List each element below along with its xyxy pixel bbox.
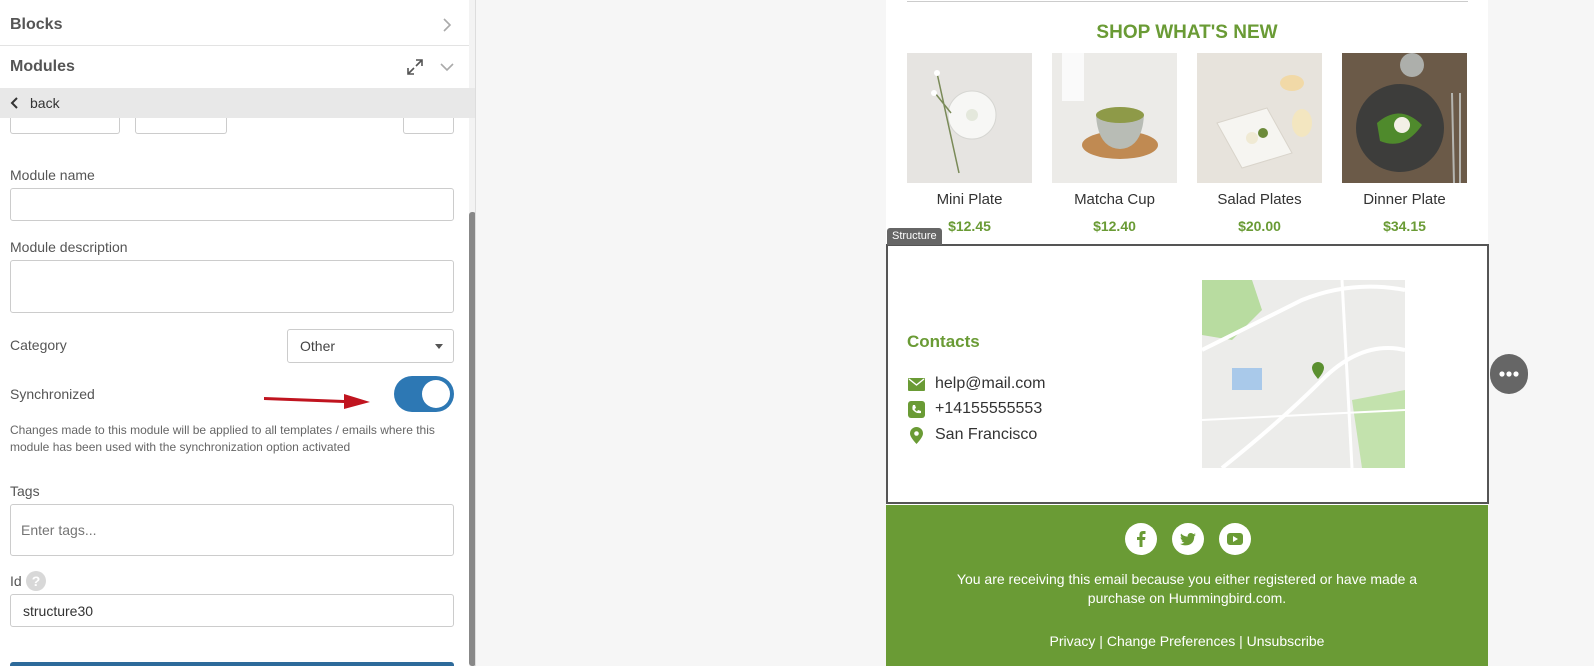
toggle-knob bbox=[422, 380, 450, 408]
contact-city-row: San Francisco bbox=[907, 426, 1037, 444]
tags-input[interactable] bbox=[10, 504, 454, 556]
back-button[interactable]: back bbox=[0, 88, 475, 118]
dinner-plate-image bbox=[1342, 53, 1467, 183]
synchronized-toggle[interactable] bbox=[394, 376, 454, 412]
product-card[interactable]: Mini Plate $12.45 bbox=[907, 53, 1032, 234]
mail-icon bbox=[907, 375, 925, 393]
product-card[interactable]: Salad Plates $20.00 bbox=[1197, 53, 1322, 234]
youtube-icon[interactable] bbox=[1219, 523, 1251, 555]
contact-email-row[interactable]: help@mail.com bbox=[907, 375, 1046, 393]
divider bbox=[907, 1, 1468, 2]
more-options-button[interactable] bbox=[1490, 354, 1528, 394]
ellipsis-icon bbox=[1499, 371, 1519, 377]
contacts-title: Contacts bbox=[907, 332, 980, 351]
phone-icon bbox=[907, 400, 925, 418]
product-name: Salad Plates bbox=[1217, 191, 1302, 208]
scrollbar-thumb[interactable] bbox=[469, 212, 475, 666]
facebook-icon[interactable] bbox=[1125, 523, 1157, 555]
module-description-textarea[interactable] bbox=[10, 260, 454, 313]
footer-notice: You are receiving this email because you… bbox=[956, 571, 1418, 606]
red-arrow-annotation bbox=[264, 394, 370, 409]
product-price: $34.15 bbox=[1383, 218, 1426, 234]
back-label: back bbox=[30, 95, 60, 111]
category-value: Other bbox=[300, 338, 336, 354]
sync-hint-text: Changes made to this module will be appl… bbox=[10, 423, 435, 454]
synchronized-label: Synchronized bbox=[10, 386, 95, 402]
help-icon[interactable]: ? bbox=[26, 571, 46, 591]
chevron-right-icon bbox=[443, 18, 452, 32]
product-price: $20.00 bbox=[1238, 218, 1281, 234]
settings-sidebar: Blocks Modules back Module name Module d… bbox=[0, 0, 476, 666]
location-pin-icon bbox=[907, 426, 925, 444]
product-card[interactable]: Matcha Cup $12.40 bbox=[1052, 53, 1177, 234]
modules-label: Modules bbox=[10, 58, 75, 75]
product-name: Dinner Plate bbox=[1363, 191, 1446, 208]
product-card[interactable]: Dinner Plate $34.15 bbox=[1342, 53, 1467, 234]
cut-off-field-right bbox=[403, 118, 454, 134]
module-name-input[interactable] bbox=[10, 188, 454, 221]
cut-off-control bbox=[135, 118, 227, 134]
structure-tag[interactable]: Structure bbox=[887, 228, 942, 245]
id-label: Id bbox=[10, 573, 22, 589]
product-name: Mini Plate bbox=[936, 191, 1003, 208]
matcha-cup-image bbox=[1052, 53, 1177, 183]
module-name-label: Module name bbox=[10, 167, 95, 183]
twitter-icon[interactable] bbox=[1172, 523, 1204, 555]
id-input[interactable]: structure30 bbox=[10, 594, 454, 627]
blocks-accordion[interactable]: Blocks bbox=[0, 4, 475, 46]
modules-accordion[interactable]: Modules bbox=[0, 46, 475, 88]
cut-off-field bbox=[10, 118, 120, 134]
footer-links[interactable]: Privacy | Change Preferences | Unsubscri… bbox=[886, 633, 1488, 649]
contact-phone: +14155555553 bbox=[935, 400, 1043, 417]
product-price: $12.40 bbox=[1093, 218, 1136, 234]
module-description-label: Module description bbox=[10, 239, 128, 255]
chevron-down-icon bbox=[440, 63, 454, 72]
salad-plates-image bbox=[1197, 53, 1322, 183]
blocks-label: Blocks bbox=[10, 15, 63, 33]
category-label: Category bbox=[10, 337, 67, 353]
contact-email: help@mail.com bbox=[935, 375, 1046, 392]
tags-label: Tags bbox=[10, 483, 40, 499]
shop-title: SHOP WHAT'S NEW bbox=[1096, 22, 1278, 43]
mini-plate-image bbox=[907, 53, 1032, 183]
contact-city: San Francisco bbox=[935, 426, 1038, 443]
chevron-left-icon bbox=[10, 97, 18, 109]
expand-icon[interactable] bbox=[406, 58, 424, 76]
save-module-button[interactable] bbox=[10, 662, 454, 666]
category-select[interactable]: Other bbox=[287, 329, 454, 363]
product-name: Matcha Cup bbox=[1074, 191, 1155, 208]
map-image[interactable] bbox=[1202, 280, 1405, 468]
caret-down-icon bbox=[435, 344, 443, 349]
contact-phone-row[interactable]: +14155555553 bbox=[907, 400, 1042, 418]
